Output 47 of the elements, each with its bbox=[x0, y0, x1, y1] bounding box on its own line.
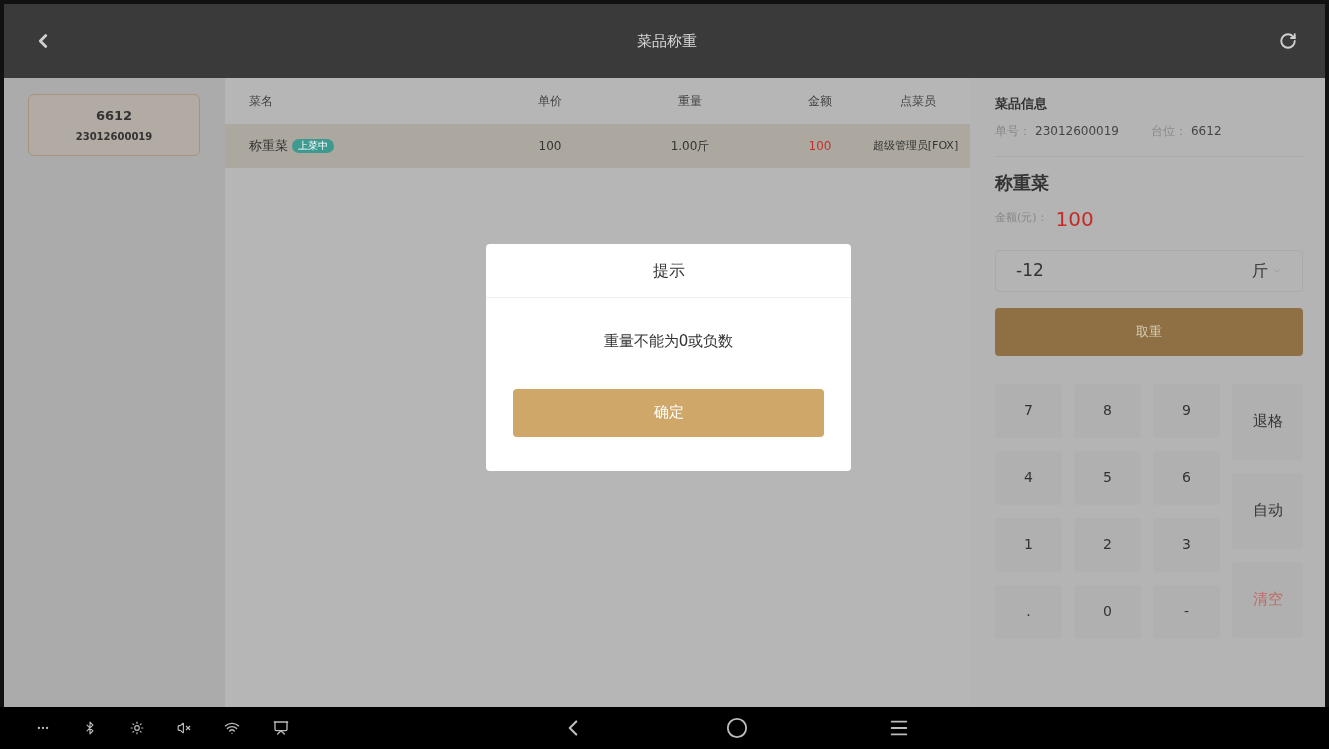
dish-name: 称重菜 bbox=[249, 137, 288, 156]
section-title: 菜品信息 bbox=[995, 95, 1048, 113]
keypad-key[interactable]: 0 bbox=[1074, 584, 1141, 639]
table-value: 6612 bbox=[1191, 122, 1222, 140]
keypad-key[interactable]: 5 bbox=[1074, 450, 1141, 505]
table-cell-text: 超级管理员[FOX] bbox=[871, 137, 960, 154]
column-header: 重量 bbox=[677, 93, 703, 110]
weight-value: -12 bbox=[1016, 258, 1045, 282]
unit-dropdown[interactable]: 斤 bbox=[1252, 258, 1282, 283]
order-card[interactable]: 6612 23012600019 bbox=[28, 94, 200, 156]
keypad-action[interactable]: 自动 bbox=[1232, 472, 1303, 549]
weight-field[interactable]: -12 斤 bbox=[995, 249, 1303, 292]
dish-title: 称重菜 bbox=[995, 170, 1050, 195]
wifi-icon[interactable] bbox=[224, 720, 240, 736]
weigh-button[interactable]: 取重 bbox=[995, 307, 1303, 356]
table-number: 6612 bbox=[95, 106, 133, 125]
brightness-icon[interactable] bbox=[130, 721, 144, 735]
refresh-icon[interactable] bbox=[1279, 32, 1297, 50]
keypad-key[interactable]: - bbox=[1153, 584, 1220, 639]
keypad-key[interactable]: 4 bbox=[995, 450, 1062, 505]
dialog-message: 重量不能为0或负数 bbox=[602, 331, 735, 352]
keypad-key[interactable]: 6 bbox=[1153, 450, 1220, 505]
keypad-key[interactable]: 3 bbox=[1153, 517, 1220, 572]
amount-value: 100 bbox=[1055, 205, 1094, 233]
home-icon[interactable] bbox=[726, 717, 748, 739]
mute-icon[interactable] bbox=[177, 721, 191, 735]
column-header: 点菜员 bbox=[898, 93, 937, 110]
order-value: 23012600019 bbox=[1035, 122, 1119, 140]
column-header: 菜名 bbox=[248, 93, 274, 110]
screen-icon[interactable] bbox=[273, 720, 289, 736]
table-cell-text: 1.00斤 bbox=[669, 138, 711, 155]
page-title: 菜品称重 bbox=[635, 30, 698, 52]
keypad-action[interactable]: 退格 bbox=[1232, 383, 1303, 460]
column-header: 金额 bbox=[807, 93, 833, 110]
table-cell-text: 100 bbox=[807, 138, 833, 155]
keypad-key[interactable]: . bbox=[995, 584, 1062, 639]
keypad-key[interactable]: 1 bbox=[995, 517, 1062, 572]
status-badge: 上菜中 bbox=[292, 139, 334, 153]
column-header: 单价 bbox=[537, 93, 563, 110]
keypad-key[interactable]: 9 bbox=[1153, 383, 1220, 438]
order-number: 23012600019 bbox=[75, 130, 153, 145]
dialog-title: 提示 bbox=[486, 244, 851, 298]
keypad-key[interactable]: 7 bbox=[995, 383, 1062, 438]
table-cell-text: 100 bbox=[537, 138, 563, 155]
dish-row[interactable]: 称重菜 上菜中 100 1.00斤 100 超级管理员[FOX] bbox=[225, 124, 970, 168]
keypad-key[interactable]: 8 bbox=[1074, 383, 1141, 438]
keypad-key[interactable]: 2 bbox=[1074, 517, 1141, 572]
